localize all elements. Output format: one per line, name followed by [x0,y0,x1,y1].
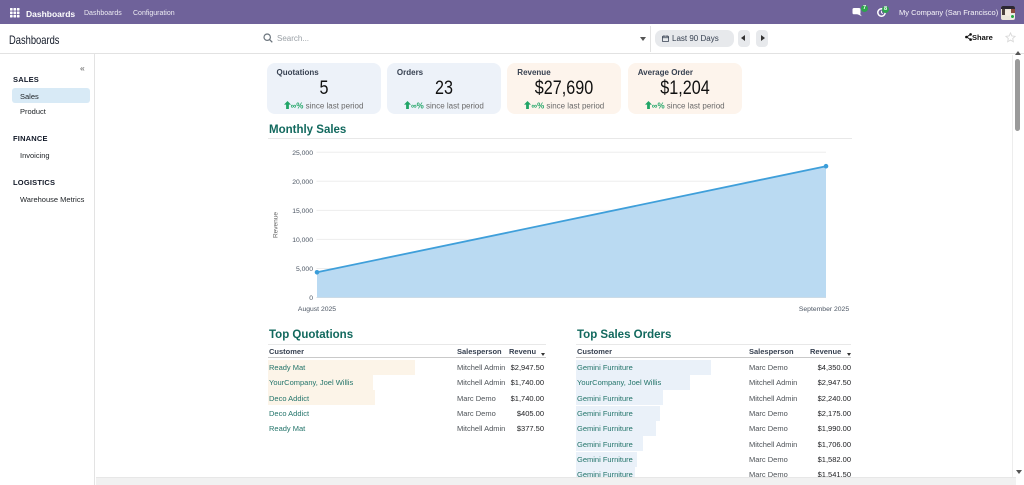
svg-text:20,000: 20,000 [292,179,313,186]
svg-text:September 2025: September 2025 [799,306,849,313]
svg-text:0: 0 [309,295,313,302]
svg-text:25,000: 25,000 [292,150,313,157]
svg-text:5,000: 5,000 [296,266,313,273]
svg-text:10,000: 10,000 [292,237,313,244]
svg-text:August 2025: August 2025 [298,306,336,313]
svg-text:15,000: 15,000 [292,208,313,215]
svg-text:Revenue: Revenue [273,212,280,238]
